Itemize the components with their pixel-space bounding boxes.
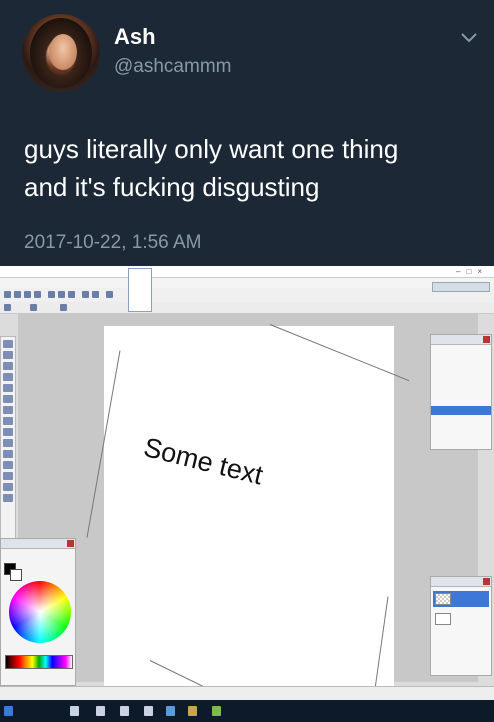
status-bar — [0, 686, 494, 700]
tweet-text-line-1: guys literally only want one thing — [24, 134, 399, 164]
taskbar-app-icon[interactable] — [96, 706, 105, 716]
minimize-icon[interactable]: – — [456, 267, 466, 276]
taskbar-app-icon[interactable] — [166, 706, 175, 716]
undo-icon[interactable] — [82, 291, 89, 298]
taskbar-app-icon[interactable] — [212, 706, 221, 716]
history-item[interactable] — [431, 396, 491, 405]
history-item-selected[interactable] — [431, 406, 491, 415]
layers-panel-header — [431, 577, 491, 587]
cut-icon[interactable] — [48, 291, 55, 298]
layer-row[interactable] — [433, 611, 489, 627]
gradient-icon[interactable] — [3, 406, 13, 414]
color-palette[interactable] — [5, 655, 73, 669]
tool-options-bar — [0, 302, 494, 314]
pencil-icon[interactable] — [3, 439, 13, 447]
main-toolbar — [0, 288, 494, 302]
save-icon[interactable] — [24, 291, 31, 298]
close-icon[interactable]: × — [477, 267, 488, 276]
display-name[interactable]: Ash — [114, 24, 156, 50]
menu-bar — [0, 278, 494, 288]
magic-wand-icon[interactable] — [3, 384, 13, 392]
eraser-icon[interactable] — [3, 428, 13, 436]
print-icon[interactable] — [34, 291, 41, 298]
close-icon[interactable] — [67, 540, 74, 547]
tweet-text-line-2: and it's fucking disgusting — [24, 172, 320, 202]
blend-icon[interactable] — [60, 304, 67, 311]
layer-thumbnail — [435, 613, 451, 625]
windows-taskbar — [0, 700, 494, 722]
taskbar-app-icon[interactable] — [120, 706, 129, 716]
history-item[interactable] — [431, 356, 491, 365]
layers-panel — [430, 576, 492, 676]
tool-select-icon[interactable] — [4, 304, 11, 311]
tweet-card: Ash @ashcammm guys literally only want o… — [0, 0, 494, 266]
zoom-icon[interactable] — [3, 373, 13, 381]
paint-bucket-icon[interactable] — [3, 395, 13, 403]
tweet-timestamp[interactable]: 2017-10-22, 1:56 AM — [24, 232, 201, 254]
redo-icon[interactable] — [92, 291, 99, 298]
history-item[interactable] — [431, 366, 491, 375]
taskbar-app-icon[interactable] — [70, 706, 79, 716]
image-canvas[interactable] — [104, 326, 394, 686]
brush-icon[interactable] — [3, 417, 13, 425]
history-panel-header — [431, 335, 491, 345]
lasso-icon[interactable] — [3, 362, 13, 370]
paint-app-screenshot: –□× Some text — [0, 266, 494, 722]
taskbar-app-icon[interactable] — [144, 706, 153, 716]
colors-panel — [0, 538, 76, 686]
quality-icon[interactable] — [30, 304, 37, 311]
layer-row-selected[interactable] — [433, 591, 489, 607]
move-icon[interactable] — [3, 351, 13, 359]
close-icon[interactable] — [483, 336, 490, 343]
user-handle[interactable]: @ashcammm — [114, 56, 231, 78]
line-tool-icon[interactable] — [3, 483, 13, 491]
start-icon[interactable] — [4, 706, 13, 716]
close-icon[interactable] — [483, 578, 490, 585]
open-file-icon[interactable] — [14, 291, 21, 298]
paste-icon[interactable] — [68, 291, 75, 298]
color-wheel[interactable] — [9, 581, 71, 643]
avatar-face — [49, 34, 77, 70]
text-tool-icon[interactable] — [3, 472, 13, 480]
rectangle-select-icon[interactable] — [3, 340, 13, 348]
copy-icon[interactable] — [58, 291, 65, 298]
window-toggle-buttons[interactable] — [432, 282, 490, 292]
tweet-text: guys literally only want one thing and i… — [24, 130, 484, 206]
history-item[interactable] — [431, 376, 491, 385]
colors-panel-header — [1, 539, 75, 549]
maximize-icon[interactable]: □ — [466, 267, 477, 276]
secondary-color-swatch[interactable] — [10, 569, 22, 581]
window-controls[interactable]: –□× — [456, 267, 488, 276]
grid-icon[interactable] — [106, 291, 113, 298]
layer-thumbnail — [435, 593, 451, 605]
chevron-down-icon[interactable] — [458, 26, 480, 48]
history-item[interactable] — [431, 386, 491, 395]
clone-stamp-icon[interactable] — [3, 450, 13, 458]
taskbar-app-icon[interactable] — [188, 706, 197, 716]
avatar[interactable] — [22, 14, 100, 92]
history-panel — [430, 334, 492, 450]
image-tab-thumbnail[interactable] — [128, 268, 152, 312]
app-titlebar: –□× — [0, 266, 494, 278]
history-item[interactable] — [431, 346, 491, 355]
recolor-icon[interactable] — [3, 461, 13, 469]
new-file-icon[interactable] — [4, 291, 11, 298]
shapes-icon[interactable] — [3, 494, 13, 502]
